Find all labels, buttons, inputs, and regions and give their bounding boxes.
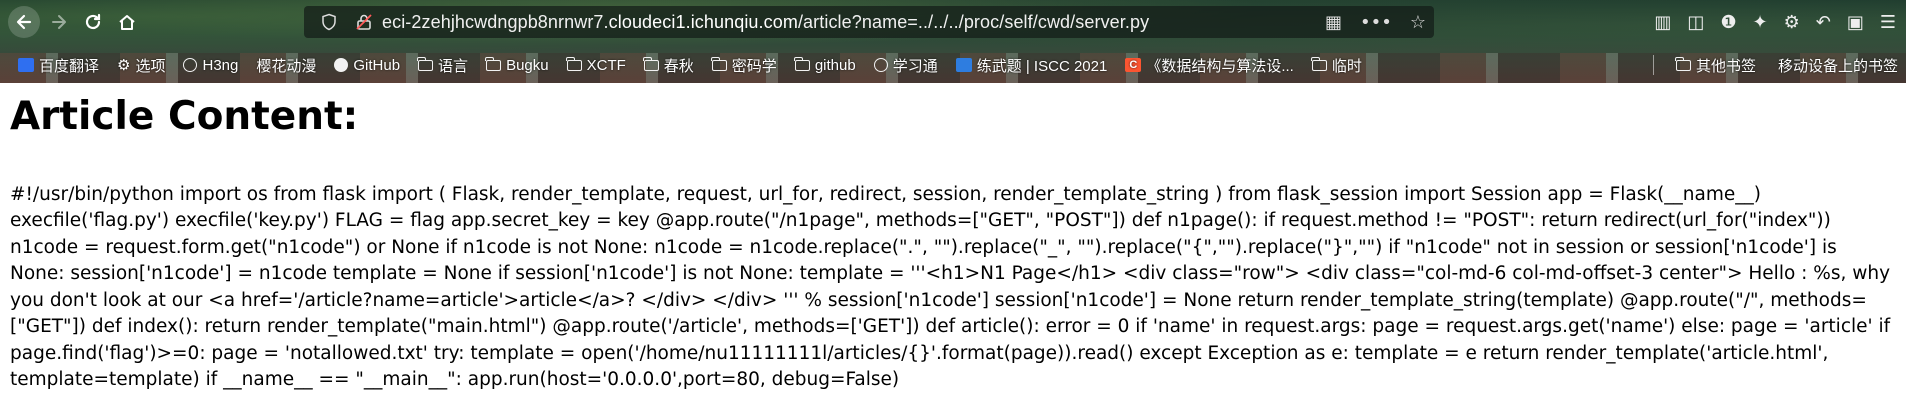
bookmark-item[interactable]: C 《数据结构与算法设... — [1125, 55, 1294, 76]
github-icon — [334, 58, 349, 72]
folder-icon — [711, 56, 727, 71]
bookmark-label: 其他书签 — [1695, 57, 1756, 75]
iscc-icon — [955, 58, 972, 72]
bookmark-item[interactable]: 学习通 — [873, 55, 938, 76]
bookmark-item[interactable]: XCTF — [566, 56, 626, 74]
address-bar-actions: ▦ ••• ☆ — [1325, 6, 1426, 38]
bookmark-item[interactable]: github — [794, 56, 856, 74]
folder-icon — [485, 56, 502, 71]
gear-icon: ⚙ — [117, 56, 131, 74]
bookmark-item[interactable]: 春秋 — [643, 55, 694, 76]
folder-icon — [1311, 56, 1327, 71]
back-arrow-icon — [16, 14, 32, 30]
url-text[interactable]: eci-2zehjhcwdngpb8nrnwr7.cloudeci1.ichun… — [382, 12, 1149, 33]
bookmark-label: Bugku — [506, 56, 549, 74]
info-badge-icon[interactable]: ❶ — [1720, 12, 1736, 33]
bookmark-item[interactable]: 其他书签 — [1675, 55, 1756, 76]
bookmark-label: 《数据结构与算法设... — [1146, 57, 1294, 75]
bookmark-label: 樱花动漫 — [256, 57, 317, 75]
url-prefix: eci-2zehjhcwdngpb8nrnwr7. — [382, 11, 609, 32]
extension-puzzle-icon[interactable]: ✦ — [1753, 12, 1768, 33]
forward-button[interactable] — [44, 7, 74, 37]
avatar-icon[interactable]: ▣ — [1847, 12, 1864, 33]
bookmarks-list: 百度翻译 ⚙ 选项 H3ng 樱花动漫 GitHub 语言 Bugku XCTF 春秋 密码学 git… — [0, 55, 1362, 76]
article-body: #!/usr/bin/python import os from flask i… — [10, 183, 1891, 391]
bookmark-label: 百度翻译 — [39, 57, 100, 75]
bookmark-item[interactable]: 密码学 — [711, 55, 777, 76]
reload-button[interactable] — [78, 7, 108, 37]
address-bar[interactable]: eci-2zehjhcwdngpb8nrnwr7.cloudeci1.ichun… — [304, 6, 1434, 38]
bookmark-item[interactable]: 语言 — [417, 55, 469, 76]
bookmark-item[interactable]: H3ng — [183, 57, 238, 74]
bookmark-item[interactable]: 移动设备上的书签 — [1778, 55, 1898, 76]
bookmark-item[interactable]: Bugku — [485, 56, 549, 74]
bookmark-label: 春秋 — [663, 57, 694, 75]
bookmark-label: 练武题 | ISCC 2021 — [976, 57, 1108, 75]
undo-icon[interactable]: ↶ — [1816, 12, 1831, 33]
page-content: Article Content: #!/usr/bin/python impor… — [0, 83, 1906, 394]
baidu-icon — [18, 58, 34, 72]
folder-icon — [566, 56, 582, 71]
home-button[interactable] — [112, 7, 142, 37]
bookmark-label: 临时 — [1331, 57, 1362, 75]
bookmark-label: github — [814, 56, 856, 74]
page-title: Article Content: — [10, 94, 359, 139]
browser-chrome: eci-2zehjhcwdngpb8nrnwr7.cloudeci1.ichun… — [0, 0, 1906, 83]
bookmark-item[interactable]: 练武题 | ISCC 2021 — [955, 55, 1108, 76]
bookmark-label: 选项 — [135, 57, 166, 75]
csdn-icon: C — [1125, 58, 1142, 72]
bookmark-label: 移动设备上的书签 — [1777, 57, 1898, 75]
bookmark-item[interactable]: 樱花动漫 — [256, 55, 316, 76]
bookmark-star-icon[interactable]: ☆ — [1410, 12, 1426, 33]
insecure-lock-icon[interactable] — [354, 12, 374, 32]
library-icon[interactable]: ▥ — [1654, 12, 1671, 33]
bookmarks-bar-right: 其他书签 移动设备上的书签 — [1635, 50, 1906, 80]
sidebar-reader-icon[interactable]: ◫ — [1687, 12, 1704, 33]
back-button[interactable] — [8, 6, 40, 38]
bookmark-item[interactable]: GitHub — [334, 57, 400, 74]
forward-arrow-icon — [52, 15, 66, 29]
bookmark-label: 语言 — [438, 57, 469, 75]
bookmark-label: 密码学 — [731, 57, 777, 75]
bookmark-label: XCTF — [586, 56, 626, 74]
globe-icon — [873, 58, 888, 72]
bookmark-label: 学习通 — [892, 57, 938, 75]
reload-icon — [85, 13, 101, 30]
bookmark-label: H3ng — [202, 56, 239, 74]
bookmark-item[interactable]: 百度翻译 — [18, 55, 99, 76]
more-actions-icon[interactable]: ••• — [1360, 12, 1392, 33]
bookmark-item[interactable]: ⚙ 选项 — [117, 55, 165, 76]
bookmark-item[interactable]: 临时 — [1311, 55, 1362, 76]
url-path: /article?name=../../../proc/self/cwd/ser… — [797, 11, 1150, 32]
folder-icon — [794, 56, 810, 71]
browser-extensions-toolbar: ▥ ◫ ❶ ✦ ⚙ ↶ ▣ ☰ — [1654, 4, 1906, 40]
settings-gear-icon[interactable]: ⚙ — [1784, 12, 1800, 33]
globe-icon — [183, 58, 198, 72]
folder-icon — [1675, 56, 1691, 71]
url-host: cloudeci1.ichunqiu.com — [608, 11, 798, 32]
folder-icon — [643, 56, 659, 71]
bookmarks-bar: 百度翻译 ⚙ 选项 H3ng 樱花动漫 GitHub 语言 Bugku XCTF 春秋 密码学 git… — [0, 50, 1906, 80]
qr-code-icon[interactable]: ▦ — [1325, 12, 1342, 33]
bookmarks-right-list: 其他书签 移动设备上的书签 — [1654, 55, 1906, 76]
folder-icon — [417, 56, 434, 71]
tracking-protection-shield-icon[interactable] — [320, 13, 338, 31]
home-icon — [119, 15, 135, 30]
menu-hamburger-icon[interactable]: ☰ — [1880, 12, 1896, 33]
bookmark-label: GitHub — [353, 56, 401, 74]
